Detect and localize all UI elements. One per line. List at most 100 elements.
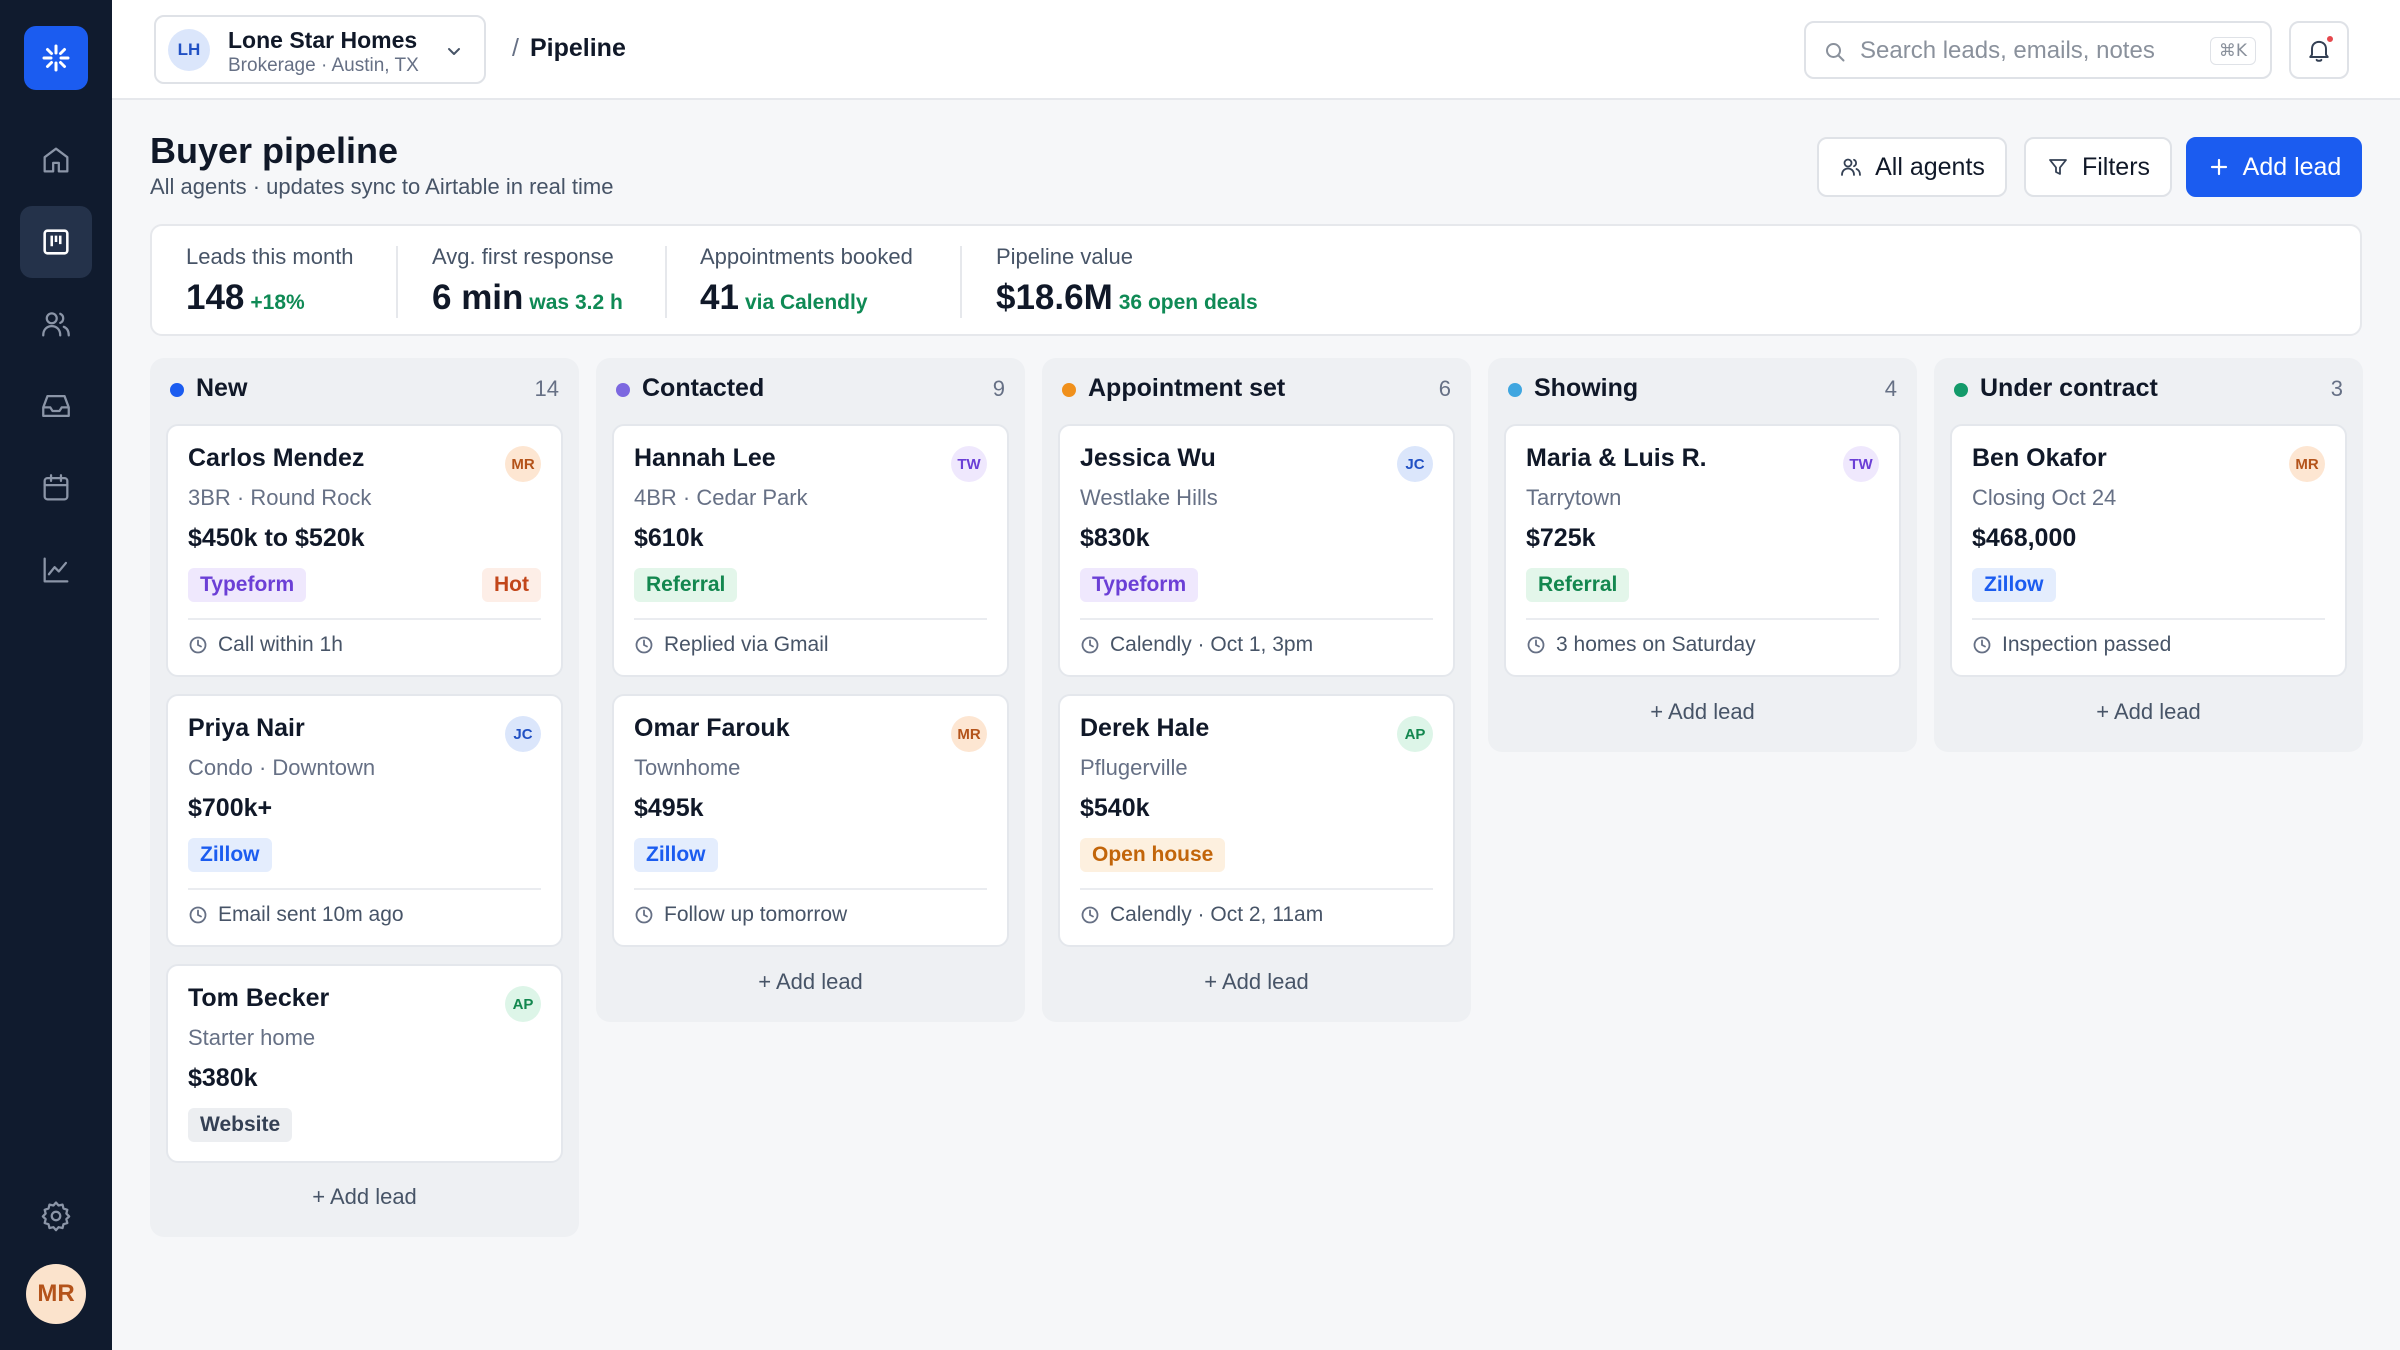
nav-home[interactable] — [20, 124, 92, 196]
next-action: Replied via Gmail — [664, 633, 829, 656]
column-count: 14 — [534, 376, 559, 401]
add-lead-link[interactable]: + Add lead — [150, 1184, 579, 1210]
lead-card[interactable]: Jessica Wu JC Westlake Hills $830k Typef… — [1058, 424, 1455, 677]
column-count: 4 — [1884, 376, 1897, 401]
column-title: Under contract — [1980, 374, 2158, 402]
source-tag: Website — [188, 1108, 293, 1142]
search-icon — [1826, 43, 1845, 62]
next-action: Calendly · Oct 2, 11am — [1110, 903, 1324, 926]
lead-details: Starter home — [188, 1025, 316, 1050]
lead-name: Maria & Luis R. — [1526, 444, 1707, 472]
column-header: Contacted 9 — [616, 374, 1005, 404]
kanban-icon — [43, 229, 69, 255]
chevron-down-icon — [448, 48, 460, 55]
lead-budget: $540k — [1080, 794, 1150, 822]
inbox-icon — [42, 394, 70, 418]
nav-reports[interactable] — [20, 534, 92, 606]
stats-bar: Leads this month 148 +18% Avg. first resp… — [150, 224, 2362, 336]
lead-name: Hannah Lee — [634, 444, 776, 472]
column-count: 6 — [1438, 376, 1451, 401]
users-icon — [42, 312, 70, 337]
source-tag: Zillow — [1972, 568, 2056, 602]
add-lead-link[interactable]: + Add lead — [1488, 699, 1917, 725]
column-title: New — [196, 374, 248, 402]
column-appointment-set: Appointment set 6 Jessica Wu JC Westlake… — [1042, 358, 1471, 1022]
lead-budget: $380k — [188, 1064, 258, 1092]
agent-avatar: TW — [951, 446, 987, 482]
column-header: Under contract 3 — [1954, 374, 2343, 404]
all-agents-button[interactable]: All agents — [1817, 137, 2007, 197]
page-subtitle: All agents · updates sync to Airtable in… — [150, 174, 614, 199]
lead-card[interactable]: Hannah Lee TW 4BR · Cedar Park $610k Ref… — [612, 424, 1009, 677]
gear-icon — [41, 1201, 71, 1232]
lead-name: Derek Hale — [1080, 714, 1210, 742]
card-divider — [1080, 618, 1433, 620]
column-title: Contacted — [642, 374, 765, 402]
lead-details: Condo · Downtown — [188, 755, 376, 780]
user-avatar[interactable]: MR — [26, 1264, 86, 1324]
stat-divider — [665, 246, 667, 318]
nav-settings[interactable] — [20, 1180, 92, 1252]
lead-card[interactable]: Maria & Luis R. TW Tarrytown $725k Refer… — [1504, 424, 1901, 677]
add-lead-link[interactable]: + Add lead — [1934, 699, 2363, 725]
status-dot — [1062, 383, 1076, 397]
lead-card[interactable]: Priya Nair JC Condo · Downtown $700k+ Zi… — [166, 694, 563, 947]
search-box: ⌘K — [1804, 21, 2272, 79]
lead-details: Pflugerville — [1080, 755, 1188, 780]
card-divider — [188, 888, 541, 890]
stat-value: 6 min — [432, 278, 524, 317]
lead-budget: $700k+ — [188, 794, 273, 822]
card-divider — [634, 888, 987, 890]
source-tag: Zillow — [634, 838, 718, 872]
column-header: Showing 4 — [1508, 374, 1897, 404]
next-action: Call within 1h — [218, 633, 343, 656]
search-shortcut: ⌘K — [2209, 37, 2256, 65]
add-lead-link[interactable]: + Add lead — [596, 969, 1025, 995]
nav-calendar[interactable] — [20, 452, 92, 524]
search-input[interactable] — [1860, 35, 2180, 67]
nav-inbox[interactable] — [20, 370, 92, 442]
lead-name: Jessica Wu — [1080, 444, 1216, 472]
lead-card[interactable]: Carlos Mendez MR 3BR · Round Rock $450k … — [166, 424, 563, 677]
card-divider — [188, 618, 541, 620]
card-footer: Replied via Gmail — [634, 633, 829, 657]
add-lead-link[interactable]: + Add lead — [1042, 969, 1471, 995]
column-header: New 14 — [170, 374, 559, 404]
stat-note: via Calendly — [744, 291, 868, 314]
card-footer: Call within 1h — [188, 633, 343, 657]
add-lead-label: Add lead — [2113, 699, 2201, 724]
sidebar: MR — [0, 0, 112, 1350]
column-new: New 14 Carlos Mendez MR 3BR · Round Rock… — [150, 358, 579, 1237]
notifications-button[interactable] — [2289, 21, 2349, 79]
card-footer: Follow up tomorrow — [634, 903, 847, 927]
column-title: Showing — [1534, 374, 1639, 402]
next-action: 3 homes on Saturday — [1556, 633, 1756, 656]
column-showing: Showing 4 Maria & Luis R. TW Tarrytown $… — [1488, 358, 1917, 752]
stat-note: +18% — [250, 291, 305, 314]
lead-card[interactable]: Ben Okafor MR Closing Oct 24 $468,000 Zi… — [1950, 424, 2347, 677]
source-tag: Open house — [1080, 838, 1226, 872]
stat-appointments: Appointments booked 41 via Calendly — [700, 244, 913, 318]
nav-contacts[interactable] — [20, 288, 92, 360]
next-action: Calendly · Oct 1, 3pm — [1110, 633, 1314, 656]
card-divider — [1526, 618, 1879, 620]
filters-button[interactable]: Filters — [2024, 137, 2172, 197]
next-action: Email sent 10m ago — [218, 903, 404, 926]
agent-avatar: JC — [505, 716, 541, 752]
lead-details: 3BR · Round Rock — [188, 485, 372, 510]
lead-card[interactable]: Derek Hale AP Pflugerville $540k Open ho… — [1058, 694, 1455, 947]
workspace-switcher[interactable]: LH Lone Star Homes Brokerage · Austin, T… — [154, 15, 486, 84]
card-footer: Email sent 10m ago — [188, 903, 404, 927]
lead-details: Townhome — [634, 755, 741, 780]
app-logo[interactable] — [24, 26, 88, 90]
column-header: Appointment set 6 — [1062, 374, 1451, 404]
lead-name: Omar Farouk — [634, 714, 790, 742]
lead-card[interactable]: Tom Becker AP Starter home $380k Website — [166, 964, 563, 1163]
next-action: Inspection passed — [2002, 633, 2172, 656]
add-lead-button[interactable]: Add lead — [2186, 137, 2362, 197]
nav-pipeline[interactable] — [20, 206, 92, 278]
card-footer: Calendly · Oct 2, 11am — [1080, 903, 1323, 927]
stat-label: Avg. first response — [432, 244, 614, 269]
all-agents-label: All agents — [1875, 152, 1985, 181]
lead-card[interactable]: Omar Farouk MR Townhome $495k Zillow Fol… — [612, 694, 1009, 947]
